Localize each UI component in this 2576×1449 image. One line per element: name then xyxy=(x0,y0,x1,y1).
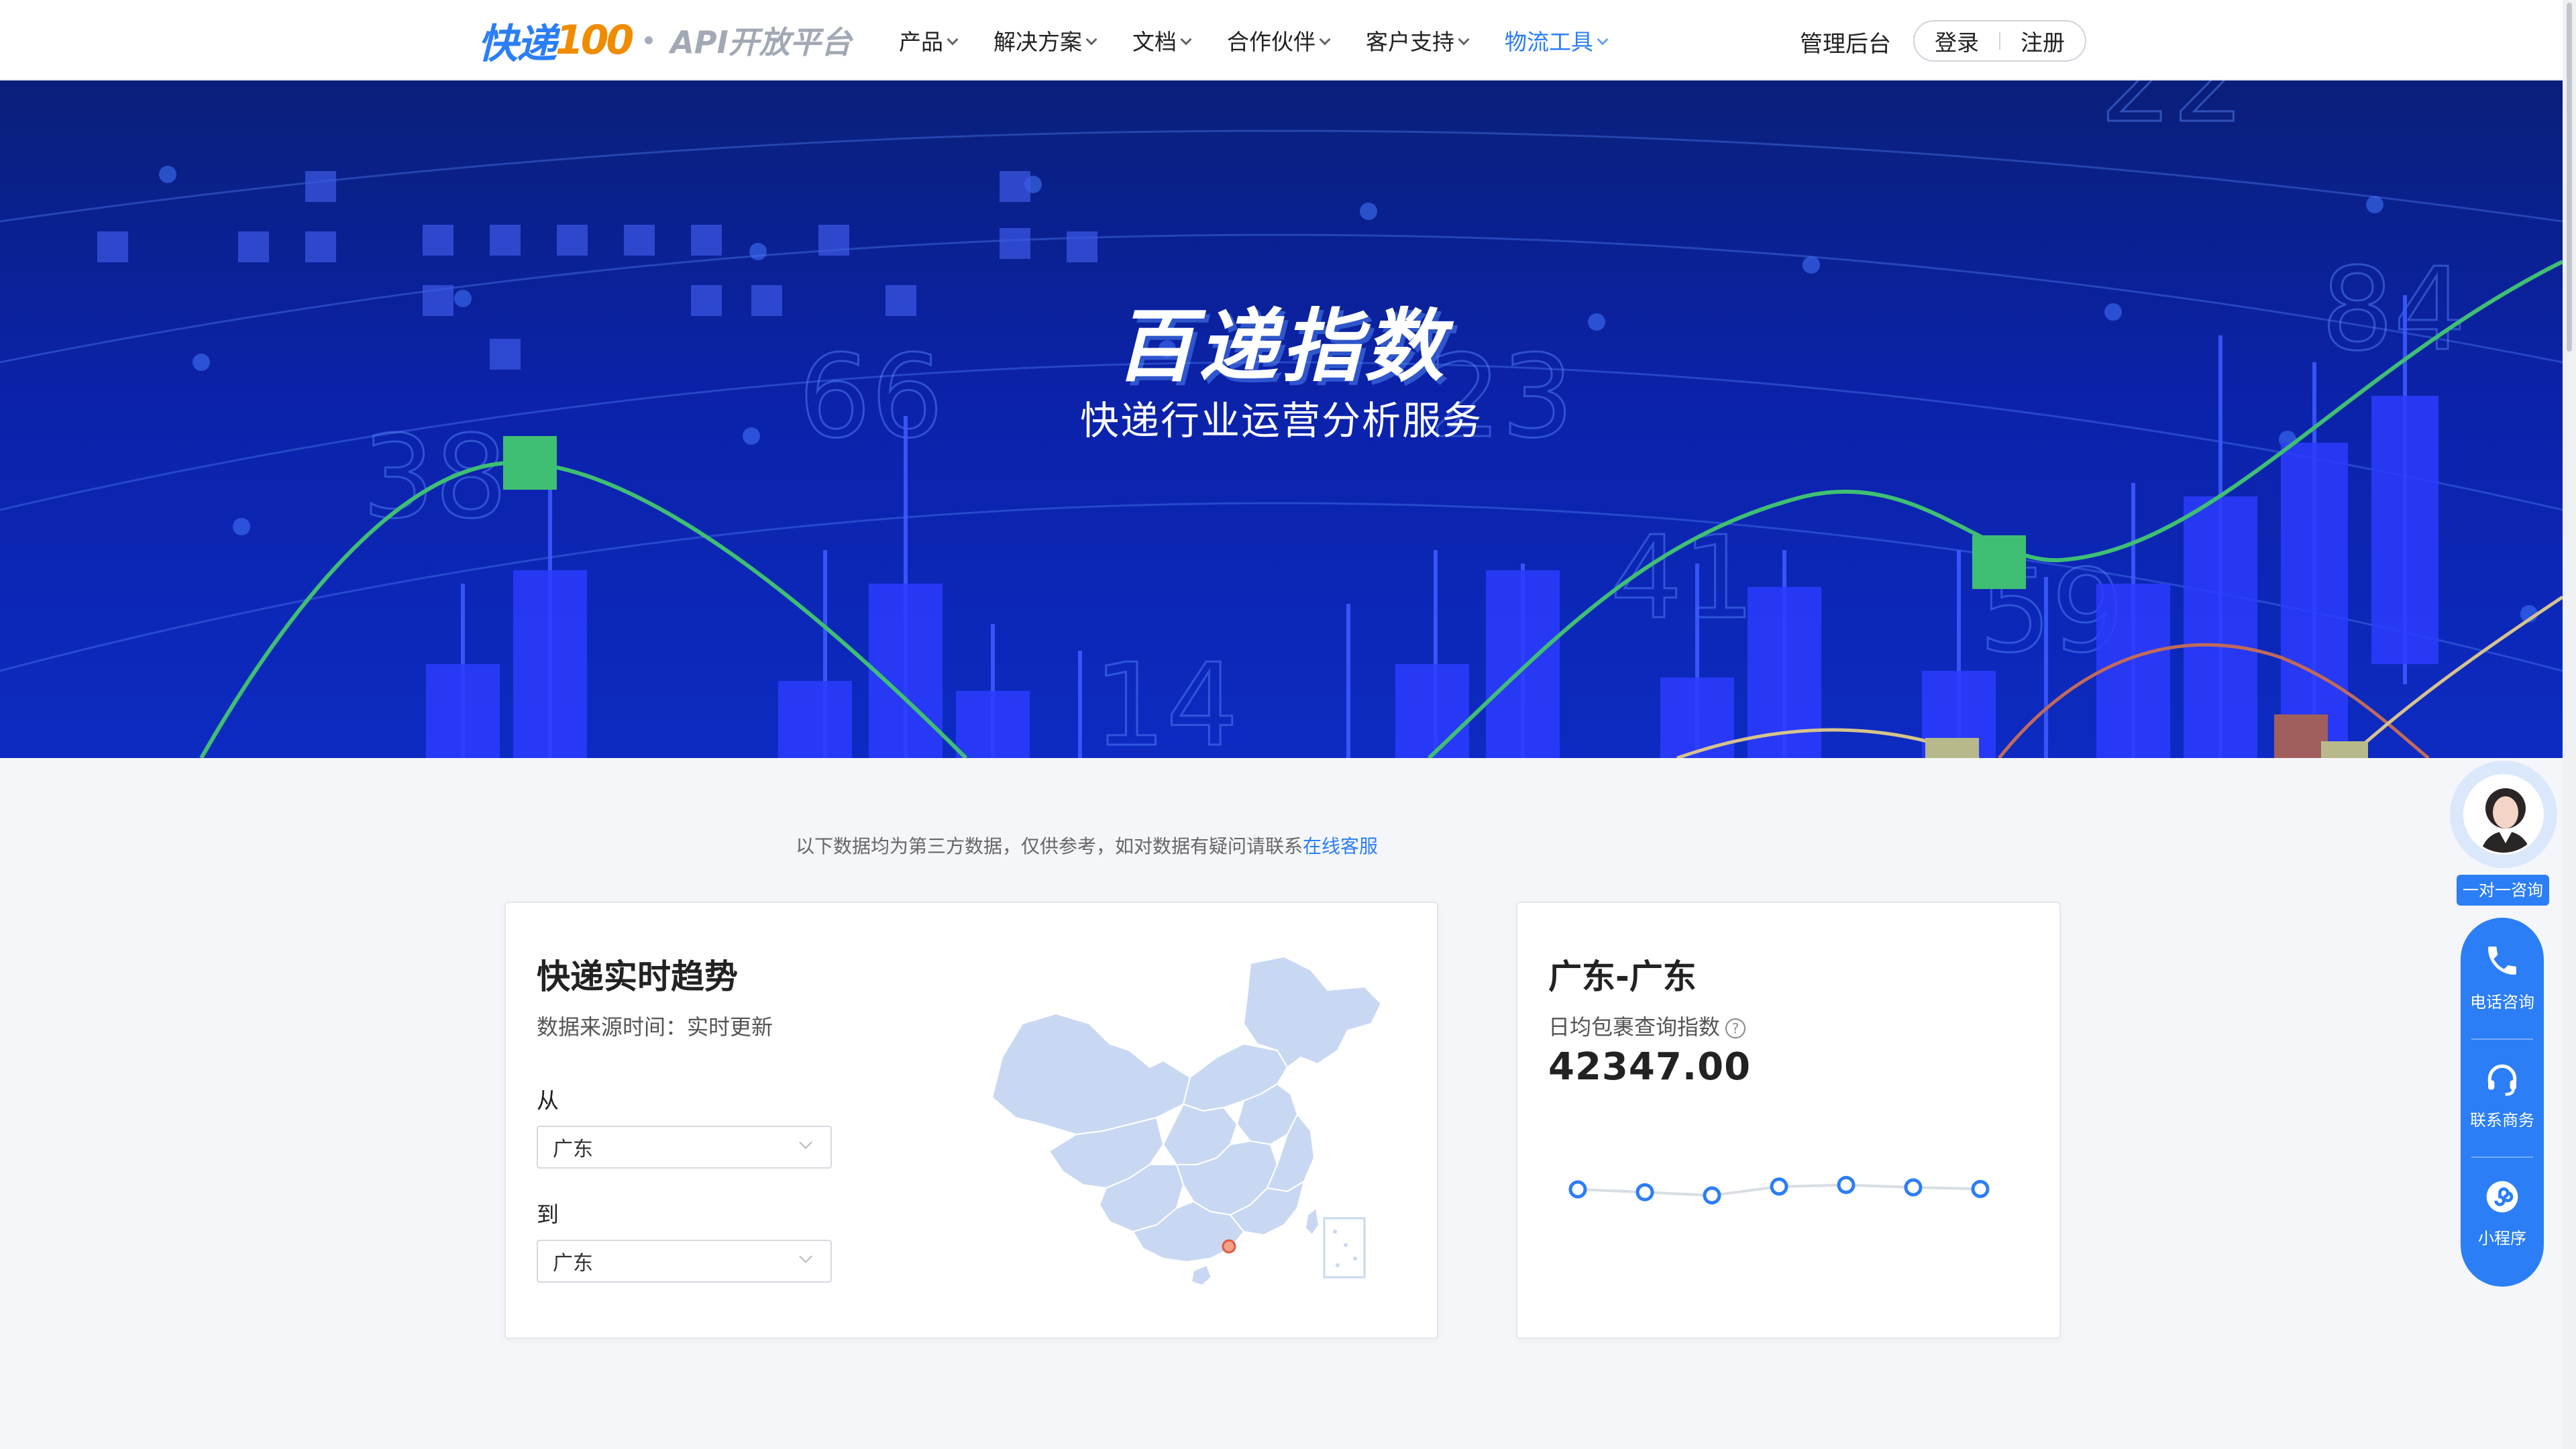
sparkline-chart xyxy=(1568,1175,1990,1205)
sparkline-point xyxy=(1770,1177,1788,1196)
floating-tool-panel: 电话咨询 联系商务 小程序 xyxy=(2461,918,2544,1287)
page: 快递 100 API开放平台 产品 解决方案 文档 合作伙伴 客户支持 物流工具… xyxy=(0,0,2576,1449)
hero-title: 百递指数 xyxy=(1114,300,1448,392)
logo[interactable]: 快递 100 API开放平台 xyxy=(478,16,852,68)
register-button[interactable]: 注册 xyxy=(2000,25,2085,57)
chevron-down-icon xyxy=(947,34,959,46)
to-province-select[interactable]: 广东 xyxy=(537,1240,832,1283)
auth-buttons: 登录 注册 xyxy=(1913,20,2086,62)
mini-program-label: 小程序 xyxy=(2478,1229,2526,1248)
data-source-time: 数据来源时间：实时更新 xyxy=(537,1014,773,1040)
nav-item-logistics-tools[interactable]: 物流工具 xyxy=(1505,24,1609,56)
chevron-down-icon xyxy=(1458,34,1470,46)
nav-item-label: 解决方案 xyxy=(994,29,1082,55)
card-title: 快递实时趋势 xyxy=(537,957,738,996)
login-button[interactable]: 登录 xyxy=(1915,25,1999,57)
contact-business-button[interactable]: 联系商务 xyxy=(2461,1060,2544,1130)
data-disclaimer: 以下数据均为第三方数据，仅供参考，如对数据有疑问请联系在线客服 xyxy=(796,832,1378,859)
top-navbar: 快递 100 API开放平台 产品 解决方案 文档 合作伙伴 客户支持 物流工具… xyxy=(0,0,2563,80)
chevron-down-icon xyxy=(1085,34,1097,46)
chevron-down-icon xyxy=(799,1250,812,1263)
contact-business-label: 联系商务 xyxy=(2470,1111,2534,1130)
phone-consult-button[interactable]: 电话咨询 xyxy=(2461,942,2544,1012)
nav-item-label: 合作伙伴 xyxy=(1227,29,1316,55)
metric-label-row: 日均包裹查询指数? xyxy=(1548,1010,1746,1041)
chevron-down-icon xyxy=(1180,34,1192,46)
metric-label: 日均包裹查询指数 xyxy=(1548,1014,1721,1040)
headset-icon xyxy=(2487,1064,2517,1096)
chevron-down-icon xyxy=(1597,34,1609,46)
mini-program-icon xyxy=(2486,1181,2518,1213)
nav-item-label: 客户支持 xyxy=(1366,29,1454,55)
china-map[interactable] xyxy=(962,950,1391,1299)
nav-item-label: 文档 xyxy=(1132,29,1177,55)
nav-item-partners[interactable]: 合作伙伴 xyxy=(1227,24,1331,56)
nav-item-products[interactable]: 产品 xyxy=(899,24,959,56)
help-icon[interactable]: ? xyxy=(1725,1018,1746,1038)
hero-subtitle: 快递行业运营分析服务 xyxy=(1079,398,1483,443)
logo-subtitle: API开放平台 xyxy=(670,24,852,60)
hero-bg-number: 14 xyxy=(1093,639,1238,758)
logo-main-text: 快递 xyxy=(478,20,557,68)
phone-icon xyxy=(2488,947,2516,975)
nav-item-docs[interactable]: 文档 xyxy=(1132,24,1192,56)
online-service-link[interactable]: 在线客服 xyxy=(1303,835,1378,857)
index-value: 42347.00 xyxy=(1548,1045,1752,1089)
sparkline-point xyxy=(1703,1186,1721,1205)
selected-location-marker xyxy=(1222,1239,1236,1254)
route-index-card: 广东-广东 日均包裹查询指数? 42347.00 xyxy=(1516,902,2061,1339)
consultant-avatar-button[interactable] xyxy=(2450,761,2557,868)
chevron-down-icon xyxy=(799,1136,812,1149)
avatar xyxy=(2463,774,2544,855)
hero-banner: 38 66 23 14 41 59 84 22 百递指数 快递行业运营分析服务 xyxy=(0,80,2563,758)
sparkline-point xyxy=(1837,1175,1856,1194)
sparkline-point xyxy=(1971,1179,1990,1198)
realtime-trend-card: 快递实时趋势 数据来源时间：实时更新 从 广东 到 广东 xyxy=(504,902,1438,1339)
admin-link[interactable]: 管理后台 xyxy=(1800,25,1891,58)
from-select-value: 广东 xyxy=(553,1138,593,1161)
to-select-value: 广东 xyxy=(553,1252,593,1275)
nav-item-label: 物流工具 xyxy=(1505,29,1593,55)
nav-item-solutions[interactable]: 解决方案 xyxy=(994,24,1097,56)
sparkline-point xyxy=(1568,1180,1587,1199)
chevron-down-icon xyxy=(1319,34,1331,46)
from-label: 从 xyxy=(537,1087,559,1114)
route-title: 广东-广东 xyxy=(1548,957,1697,996)
one-on-one-consult-label[interactable]: 一对一咨询 xyxy=(2457,875,2549,906)
tool-divider xyxy=(2471,1038,2533,1040)
phone-consult-label: 电话咨询 xyxy=(2470,993,2534,1012)
nav-item-label: 产品 xyxy=(899,29,943,55)
to-label: 到 xyxy=(537,1201,559,1228)
mini-program-button[interactable]: 小程序 xyxy=(2461,1178,2544,1248)
hero-bg-number: 22 xyxy=(2100,80,2245,148)
from-province-select[interactable]: 广东 xyxy=(537,1126,832,1169)
nav-item-support[interactable]: 客户支持 xyxy=(1366,24,1470,56)
tool-divider xyxy=(2471,1157,2533,1158)
sparkline-point xyxy=(1635,1183,1654,1201)
disclaimer-text: 以下数据均为第三方数据，仅供参考，如对数据有疑问请联系 xyxy=(796,835,1303,857)
logo-separator-dot xyxy=(645,36,653,44)
logo-number: 100 xyxy=(555,17,634,64)
scrollbar-thumb[interactable] xyxy=(2567,3,2572,352)
sparkline-point xyxy=(1904,1178,1923,1197)
south-china-sea-inset xyxy=(1323,1217,1366,1279)
nav-menu: 产品 解决方案 文档 合作伙伴 客户支持 物流工具 xyxy=(899,0,1644,80)
